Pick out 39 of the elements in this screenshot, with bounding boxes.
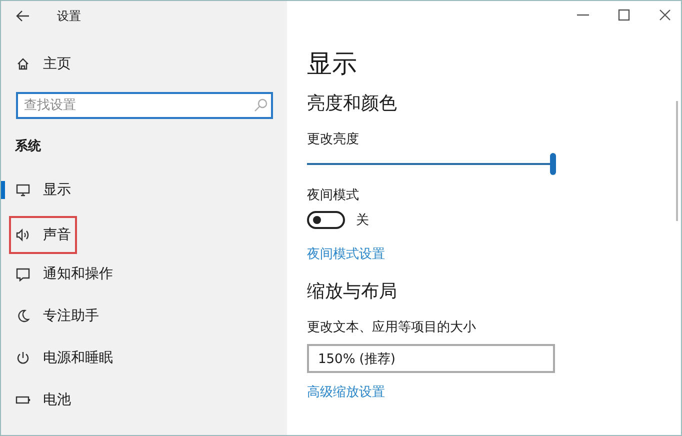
window-title: 设置 [57,8,81,24]
nav-item[interactable]: 电源和睡眠 [15,344,117,372]
nav-label: 显示 [43,181,71,199]
speaker-icon [15,227,31,243]
nav-item[interactable]: 通知和操作 [15,260,117,288]
slider-thumb[interactable] [550,153,556,175]
nav-item[interactable]: 显示 [15,176,75,204]
power-icon [15,350,31,366]
nav-label: 声音 [43,226,71,244]
settings-link[interactable]: 夜间模式设置 [307,245,385,263]
nav-label: 电池 [43,391,71,409]
toggle-state: 关 [356,212,369,229]
scale-dropdown[interactable]: 150% (推荐) [307,344,555,373]
nav-item[interactable]: 专注助手 [15,302,103,330]
section-heading: 缩放与布局 [307,280,397,303]
close-icon[interactable] [657,7,673,23]
settings-link[interactable]: 高级缩放设置 [307,383,385,401]
section-heading: 亮度和颜色 [307,92,397,115]
nav-label: 电源和睡眠 [43,349,113,367]
home-icon [15,56,31,72]
page-title: 显示 [307,48,357,80]
setting-label: 更改亮度 [307,131,359,148]
monitor-icon [15,182,31,198]
scrollbar[interactable] [676,101,678,221]
nav-item[interactable]: 电池 [15,386,75,414]
section-heading: 系统 [15,138,42,155]
search-field[interactable]: 查找设置 [16,92,273,119]
speech-bubble-icon [15,266,31,282]
setting-label: 夜间模式 [307,187,359,204]
moon-icon [15,308,31,324]
toggle-switch[interactable] [307,211,345,229]
nav-label: 主页 [43,55,71,73]
home-nav-item[interactable]: 主页 [15,50,75,78]
maximize-icon[interactable] [616,7,632,23]
nav-item[interactable]: 声音 [11,218,75,252]
nav-label: 专注助手 [43,307,99,325]
back-icon[interactable] [15,8,31,24]
nav-label: 通知和操作 [43,265,113,283]
setting-label: 更改文本、应用等项目的大小 [307,319,476,336]
